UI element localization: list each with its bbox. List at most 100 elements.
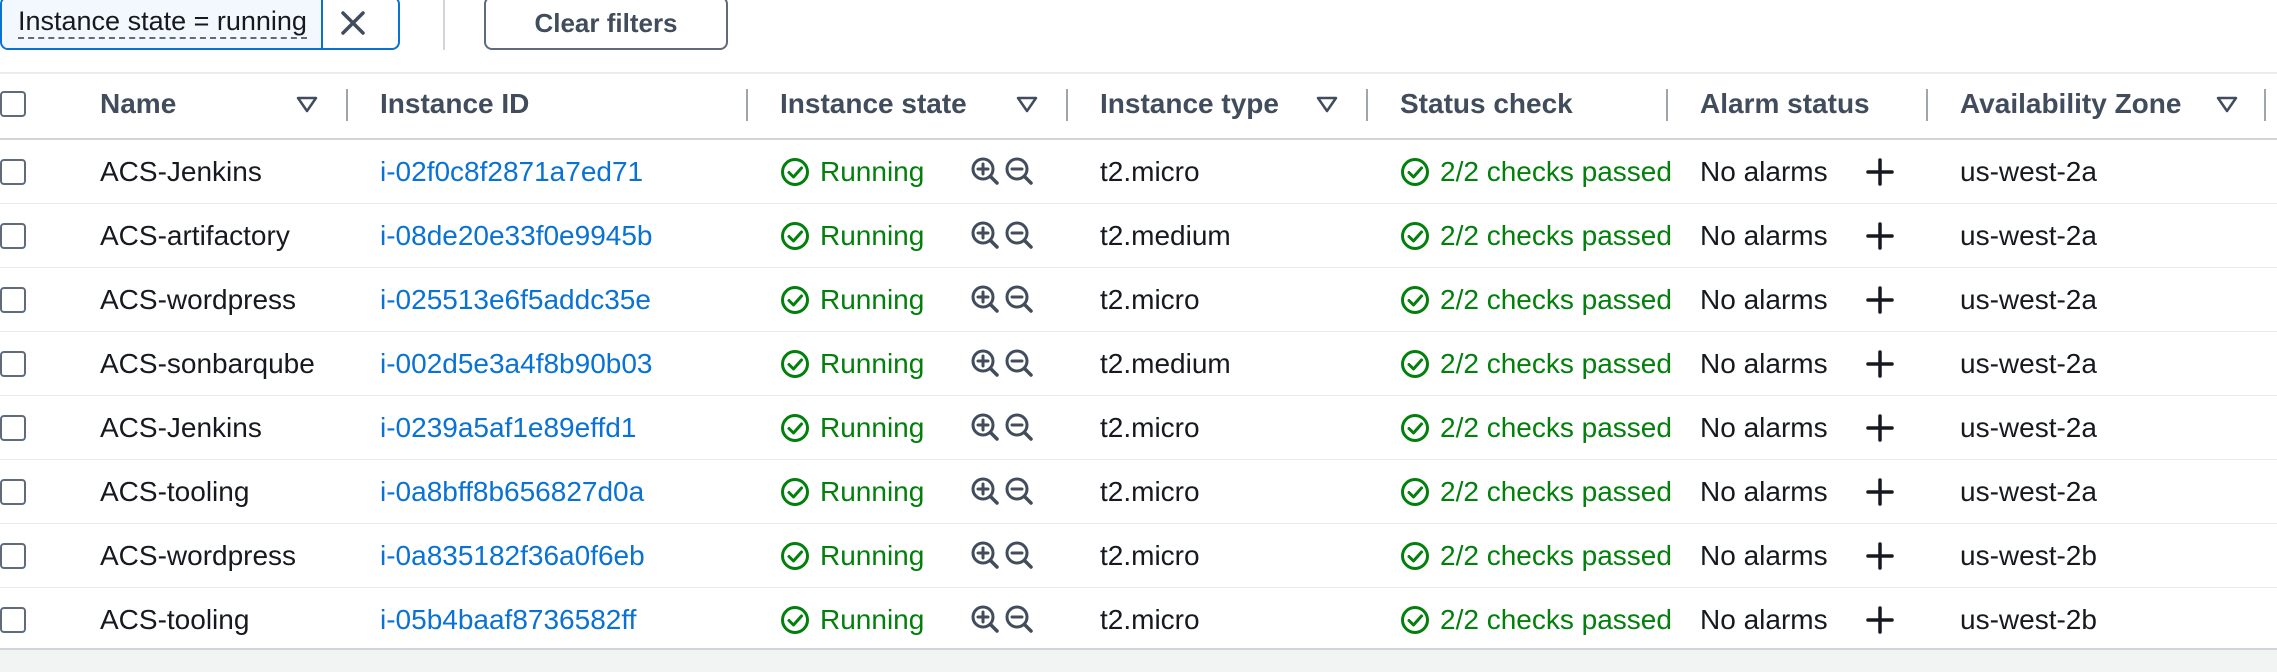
status-check: 2/2 checks passed <box>1400 588 1672 652</box>
zoom-in-icon[interactable] <box>970 604 1000 634</box>
header-status-check[interactable]: Status check <box>1400 84 1573 124</box>
header-instance-type[interactable]: Instance type <box>1100 84 1279 124</box>
filter-token-label-wrap[interactable]: Instance state = running <box>2 0 321 48</box>
instance-state: Running <box>780 332 924 396</box>
caret-down-icon[interactable] <box>1016 96 1038 114</box>
check-circle-icon <box>781 478 809 506</box>
instance-state: Running <box>780 460 924 524</box>
header-name[interactable]: Name <box>100 84 176 124</box>
caret-down-icon[interactable] <box>296 96 318 114</box>
header-availability-zone[interactable]: Availability Zone <box>1960 84 2181 124</box>
row-checkbox[interactable] <box>0 287 26 313</box>
header-instance-id[interactable]: Instance ID <box>380 84 529 124</box>
zoom-in-icon[interactable] <box>970 220 1000 250</box>
zoom-out-icon[interactable] <box>1004 604 1034 634</box>
instance-name: ACS-artifactory <box>100 220 290 251</box>
zoom-in-icon[interactable] <box>970 476 1000 506</box>
filter-dismiss-button[interactable] <box>320 0 383 48</box>
row-checkbox[interactable] <box>0 351 26 377</box>
plus-icon[interactable] <box>1866 350 1894 378</box>
alarm-status: No alarms <box>1700 476 1828 507</box>
plus-icon[interactable] <box>1866 414 1894 442</box>
instance-name: ACS-tooling <box>100 604 250 635</box>
column-resizer[interactable] <box>1926 89 1928 121</box>
row-checkbox[interactable] <box>0 159 26 185</box>
zoom-out-icon[interactable] <box>1004 476 1034 506</box>
plus-icon[interactable] <box>1866 542 1894 570</box>
row-checkbox[interactable] <box>0 543 26 569</box>
zoom-out-icon[interactable] <box>1004 412 1034 442</box>
plus-icon[interactable] <box>1866 286 1894 314</box>
select-all-checkbox[interactable] <box>0 91 26 117</box>
zoom-out-icon[interactable] <box>1004 284 1034 314</box>
check-circle-icon <box>1401 606 1429 634</box>
table-row[interactable]: ACS-artifactory i-08de20e33f0e9945b Runn… <box>0 204 2277 268</box>
status-check: 2/2 checks passed <box>1400 268 1672 332</box>
plus-icon[interactable] <box>1866 222 1894 250</box>
table-row[interactable]: ACS-tooling i-0a8bff8b656827d0a Running … <box>0 460 2277 524</box>
column-resizer[interactable] <box>2264 89 2266 121</box>
instance-id-link[interactable]: i-0a835182f36a0f6eb <box>380 524 645 588</box>
zoom-in-icon[interactable] <box>970 348 1000 378</box>
check-circle-icon <box>1401 542 1429 570</box>
zoom-out-icon[interactable] <box>1004 348 1034 378</box>
row-checkbox[interactable] <box>0 415 26 441</box>
status-check-label: 2/2 checks passed <box>1440 348 1672 379</box>
instance-state-label: Running <box>820 156 925 187</box>
plus-icon[interactable] <box>1866 606 1894 634</box>
status-check: 2/2 checks passed <box>1400 460 1672 524</box>
instance-id-link[interactable]: i-0239a5af1e89effd1 <box>380 396 636 460</box>
table-row[interactable]: ACS-wordpress i-025513e6f5addc35e Runnin… <box>0 268 2277 332</box>
zoom-in-icon[interactable] <box>970 156 1000 186</box>
instance-id-link[interactable]: i-025513e6f5addc35e <box>380 268 651 332</box>
availability-zone: us-west-2b <box>1960 540 2097 571</box>
availability-zone: us-west-2a <box>1960 220 2097 251</box>
zoom-out-icon[interactable] <box>1004 540 1034 570</box>
column-resizer[interactable] <box>1366 89 1368 121</box>
caret-down-icon[interactable] <box>1316 96 1338 114</box>
instance-state-label: Running <box>820 284 925 315</box>
clear-filters-button[interactable]: Clear filters <box>484 0 728 50</box>
plus-icon[interactable] <box>1866 158 1894 186</box>
row-checkbox[interactable] <box>0 223 26 249</box>
check-circle-icon <box>781 222 809 250</box>
row-checkbox[interactable] <box>0 607 26 633</box>
instance-id-link[interactable]: i-02f0c8f2871a7ed71 <box>380 140 643 204</box>
check-circle-icon <box>1401 414 1429 442</box>
instance-id-link[interactable]: i-08de20e33f0e9945b <box>380 204 652 268</box>
availability-zone: us-west-2a <box>1960 284 2097 315</box>
column-resizer[interactable] <box>346 89 348 121</box>
table-row[interactable]: ACS-wordpress i-0a835182f36a0f6eb Runnin… <box>0 524 2277 588</box>
check-circle-icon <box>781 542 809 570</box>
toolbar-divider <box>0 72 2277 74</box>
check-circle-icon <box>781 350 809 378</box>
column-resizer[interactable] <box>1066 89 1068 121</box>
instance-state: Running <box>780 204 924 268</box>
table-row[interactable]: ACS-Jenkins i-0239a5af1e89effd1 Running … <box>0 396 2277 460</box>
filter-token-label[interactable]: Instance state = running <box>18 6 307 39</box>
header-alarm-status[interactable]: Alarm status <box>1700 84 1870 124</box>
table-bottom-edge <box>0 648 2277 672</box>
table-row[interactable]: ACS-tooling i-05b4baaf8736582ff Running … <box>0 588 2277 652</box>
zoom-out-icon[interactable] <box>1004 220 1034 250</box>
plus-icon[interactable] <box>1866 478 1894 506</box>
zoom-in-icon[interactable] <box>970 284 1000 314</box>
zoom-out-icon[interactable] <box>1004 156 1034 186</box>
table-row[interactable]: ACS-Jenkins i-02f0c8f2871a7ed71 Running … <box>0 140 2277 204</box>
column-resizer[interactable] <box>746 89 748 121</box>
caret-down-icon[interactable] <box>2216 96 2238 114</box>
table-row[interactable]: ACS-sonbarqube i-002d5e3a4f8b90b03 Runni… <box>0 332 2277 396</box>
column-resizer[interactable] <box>1666 89 1668 121</box>
instance-id-link[interactable]: i-0a8bff8b656827d0a <box>380 460 644 524</box>
zoom-in-icon[interactable] <box>970 540 1000 570</box>
instance-type: t2.micro <box>1100 156 1200 187</box>
row-checkbox[interactable] <box>0 479 26 505</box>
alarm-status: No alarms <box>1700 156 1828 187</box>
zoom-in-icon[interactable] <box>970 412 1000 442</box>
instance-state: Running <box>780 268 924 332</box>
instance-id-link[interactable]: i-002d5e3a4f8b90b03 <box>380 332 652 396</box>
header-instance-state[interactable]: Instance state <box>780 84 967 124</box>
instance-id-link[interactable]: i-05b4baaf8736582ff <box>380 588 636 652</box>
instance-state: Running <box>780 396 924 460</box>
filter-token[interactable]: Instance state = running <box>0 0 400 50</box>
